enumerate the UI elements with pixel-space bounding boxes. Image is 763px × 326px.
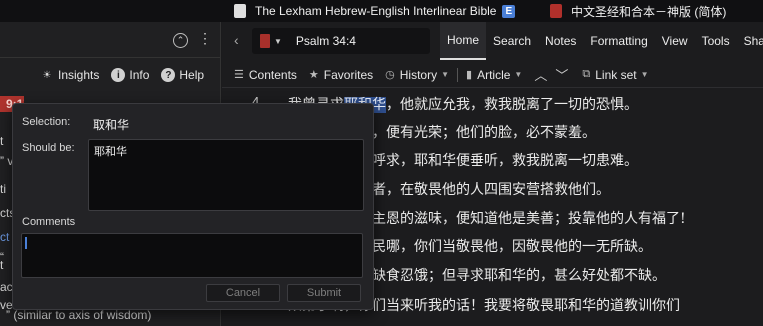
reader-nav-row: ‹ ▼ Psalm 34:4 Home Search Notes Formatt… xyxy=(222,22,763,60)
chevron-down-icon: ▼ xyxy=(640,70,649,79)
menu-share[interactable]: Sha xyxy=(737,22,763,60)
link-icon: ⧉ xyxy=(582,68,591,80)
help-icon: ? xyxy=(161,68,176,82)
text-fragment: ct xyxy=(0,230,10,244)
resource-book-icon xyxy=(260,34,270,48)
favorites-button[interactable]: ★ Favorites xyxy=(309,68,373,82)
reference-input[interactable]: Psalm 34:4 xyxy=(296,34,356,48)
lightbulb-icon: ☀ xyxy=(42,69,52,81)
link-set-button[interactable]: ⧉ Link set ▼ xyxy=(582,68,648,82)
toolbar-divider xyxy=(457,67,459,82)
chevron-up-icon: ⌃ xyxy=(176,35,185,45)
back-chevron-icon[interactable]: ‹ xyxy=(234,32,239,48)
chevron-down-icon: ▼ xyxy=(514,70,523,79)
help-button[interactable]: ? Help xyxy=(161,68,204,82)
insights-label: Insights xyxy=(58,68,100,82)
previous-article-button[interactable]: ︿ xyxy=(534,65,547,84)
contents-label: Contents xyxy=(248,67,297,82)
text-fragment: t xyxy=(0,134,4,148)
article-label: Article xyxy=(477,67,511,82)
history-label: History xyxy=(399,67,438,82)
link-set-label: Link set xyxy=(595,67,637,82)
comments-label: Comments xyxy=(22,216,76,228)
verse-text: 民哪，你们当敬畏他，因敬畏他的一无所缺。 xyxy=(372,239,652,255)
insights-button[interactable]: ☀ Insights xyxy=(40,68,100,82)
favorites-label: Favorites xyxy=(323,67,374,82)
menu-search[interactable]: Search xyxy=(486,22,538,60)
left-panel-header: ⌃ ⋮ xyxy=(0,22,220,58)
tab-title: The Lexham Hebrew-English Interlinear Bi… xyxy=(255,4,497,18)
chevron-up-icon: ︿ xyxy=(534,68,548,83)
text-fragment: ac xyxy=(0,280,13,294)
menu-notes[interactable]: Notes xyxy=(538,22,583,60)
star-icon: ★ xyxy=(308,69,319,81)
text-fragment: ti xyxy=(0,182,6,196)
chevron-down-icon: ▼ xyxy=(441,70,450,79)
reader-menu: Home Search Notes Formatting View Tools … xyxy=(440,22,763,60)
info-label: Info xyxy=(129,68,150,82)
verse-text: 主恩的滋味，便知道他是美善；投靠他的人有福了! xyxy=(372,211,686,227)
reader-toolbar: ☰ Contents ★ Favorites ◷ History ▼ ▮ Art… xyxy=(222,62,763,88)
menu-view[interactable]: View xyxy=(655,22,695,60)
report-typo-dialog: Selection: 取和华 Should be: 耶和华 Comments C… xyxy=(12,103,374,310)
tab-bar: The Lexham Hebrew-English Interlinear Bi… xyxy=(0,0,763,22)
history-button[interactable]: ◷ History ▼ xyxy=(385,68,449,82)
text-cursor xyxy=(25,237,27,249)
collapse-panel-button[interactable]: ⌃ xyxy=(173,33,188,48)
text-fragment: ” (similar to axis of wisdom) xyxy=(6,308,152,322)
edition-badge: E xyxy=(502,4,516,18)
should-be-label: Should be: xyxy=(22,142,75,154)
menu-formatting[interactable]: Formatting xyxy=(583,22,654,60)
verse-text: 缺食忍饿；但寻求耶和华的，甚么好处都不缺。 xyxy=(372,268,666,284)
verse-text: 呼求，耶和华便垂听，救我脱离一切患难。 xyxy=(372,153,638,169)
book-icon xyxy=(234,4,246,18)
reference-box[interactable]: ▼ Psalm 34:4 xyxy=(252,28,430,54)
text-fragment: t xyxy=(0,258,4,272)
bar-chart-icon: ▮ xyxy=(466,69,473,81)
more-options-icon[interactable]: ⋮ xyxy=(198,30,212,47)
submit-button[interactable]: Submit xyxy=(287,284,361,302)
tab-title: 中文圣经和合本－神版 (简体) xyxy=(571,4,727,19)
menu-tools[interactable]: Tools xyxy=(695,22,737,60)
selection-label: Selection: xyxy=(22,116,71,128)
verse-text: 者，在敬畏他的人四围安营搭救他们。 xyxy=(372,182,610,198)
cancel-button[interactable]: Cancel xyxy=(206,284,280,302)
should-be-field[interactable]: 耶和华 xyxy=(88,139,364,211)
tab-chinese-bible[interactable]: 中文圣经和合本－神版 (简体) xyxy=(550,0,726,22)
list-icon: ☰ xyxy=(234,69,244,81)
book-icon xyxy=(550,4,562,18)
info-button[interactable]: i Info xyxy=(111,68,149,82)
menu-home[interactable]: Home xyxy=(440,22,487,60)
chevron-down-icon: ﹀ xyxy=(555,68,569,83)
help-label: Help xyxy=(179,68,205,82)
info-icon: i xyxy=(111,68,126,82)
contents-button[interactable]: ☰ Contents xyxy=(234,68,297,82)
comments-field[interactable] xyxy=(21,233,363,278)
chevron-down-icon: ▼ xyxy=(274,36,282,46)
left-panel-toolbar: ☀ Insights i Info ? Help xyxy=(0,62,220,88)
selection-value: 取和华 xyxy=(93,118,130,132)
verse-text: ，便有光荣；他们的脸，必不蒙羞。 xyxy=(372,125,596,141)
history-icon: ◷ xyxy=(385,69,395,81)
next-article-button[interactable]: ﹀ xyxy=(555,65,568,84)
tab-lexham-interlinear[interactable]: The Lexham Hebrew-English Interlinear Bi… xyxy=(234,0,516,22)
article-button[interactable]: ▮ Article ▼ xyxy=(466,68,522,82)
